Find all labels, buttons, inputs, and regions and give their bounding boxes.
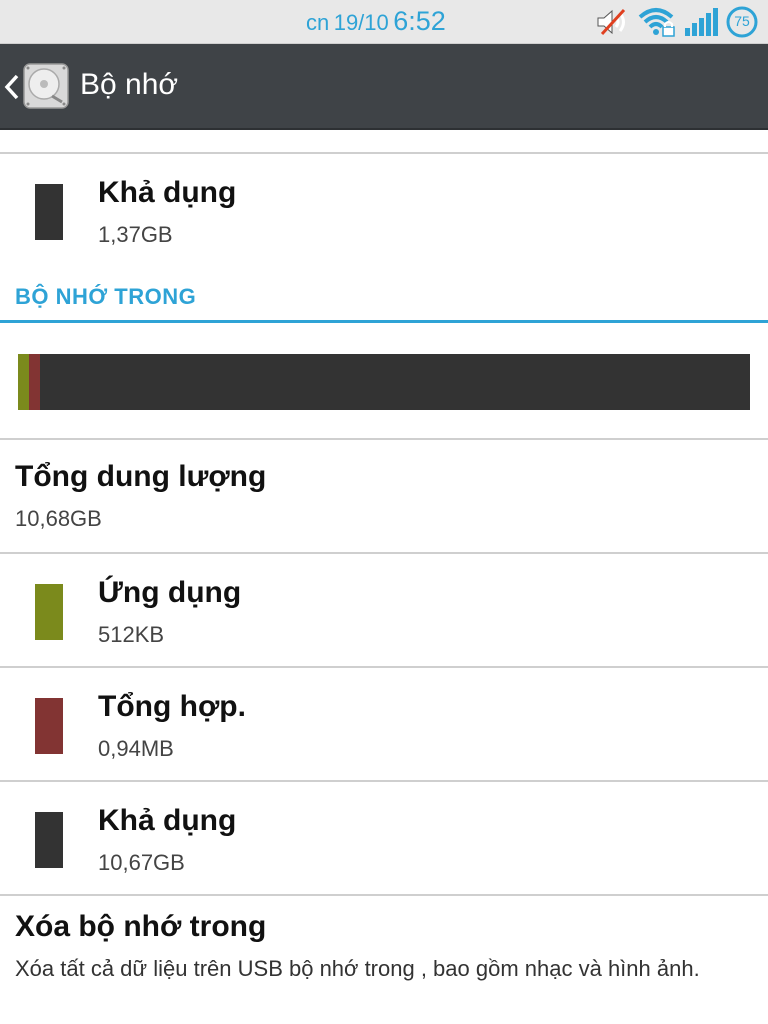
action-bar: Bộ nhớ	[0, 44, 768, 130]
item-title: Ứng dụng	[98, 576, 242, 609]
item-title: Khả dụng	[98, 176, 237, 209]
item-value: 0,94MB	[98, 736, 174, 761]
page-title: Bộ nhớ	[80, 68, 179, 101]
status-day: cn	[306, 10, 330, 35]
section-divider	[0, 320, 768, 323]
item-value: 512KB	[98, 622, 165, 647]
list-item-available-top[interactable]: Khả dụng 1,37GB	[0, 154, 768, 266]
item-title: Tổng hợp.	[98, 690, 246, 723]
status-date-time: cn 19/10 6:52	[306, 6, 446, 37]
usage-segment-misc	[29, 354, 40, 410]
color-swatch	[35, 812, 63, 868]
storage-disk-icon[interactable]	[22, 62, 70, 114]
erase-title: Xóa bộ nhớ trong	[15, 910, 267, 943]
item-title: Khả dụng	[98, 804, 237, 837]
list-item-available[interactable]: Khả dụng 10,67GB	[0, 782, 768, 894]
section-header-internal-storage: BỘ NHỚ TRONG	[15, 284, 197, 309]
battery-level: 75	[734, 13, 750, 29]
status-bar: cn 19/10 6:52 75	[0, 0, 768, 44]
status-date: 19/10	[333, 10, 389, 35]
divider	[0, 438, 768, 440]
divider	[0, 894, 768, 896]
item-value: 1,37GB	[98, 222, 173, 247]
list-item-apps[interactable]: Ứng dụng 512KB	[0, 554, 768, 666]
erase-description: Xóa tất cả dữ liệu trên USB bộ nhớ trong…	[15, 956, 700, 981]
item-value: 10,67GB	[98, 850, 185, 875]
signal-icon	[684, 8, 718, 36]
usage-segment-apps	[18, 354, 29, 410]
list-item-misc[interactable]: Tổng hợp. 0,94MB	[0, 668, 768, 780]
total-capacity-title: Tổng dung lượng	[15, 460, 267, 493]
color-swatch	[35, 184, 63, 240]
status-icons: 75	[596, 6, 758, 38]
wifi-lock-icon	[638, 7, 676, 37]
battery-icon: 75	[726, 6, 758, 38]
color-swatch	[35, 584, 63, 640]
storage-usage-bar	[18, 354, 750, 410]
volume-muted-icon	[596, 8, 630, 36]
color-swatch	[35, 698, 63, 754]
status-time: 6:52	[393, 6, 446, 36]
total-capacity-value: 10,68GB	[15, 506, 102, 531]
chevron-left-icon[interactable]	[4, 74, 20, 104]
